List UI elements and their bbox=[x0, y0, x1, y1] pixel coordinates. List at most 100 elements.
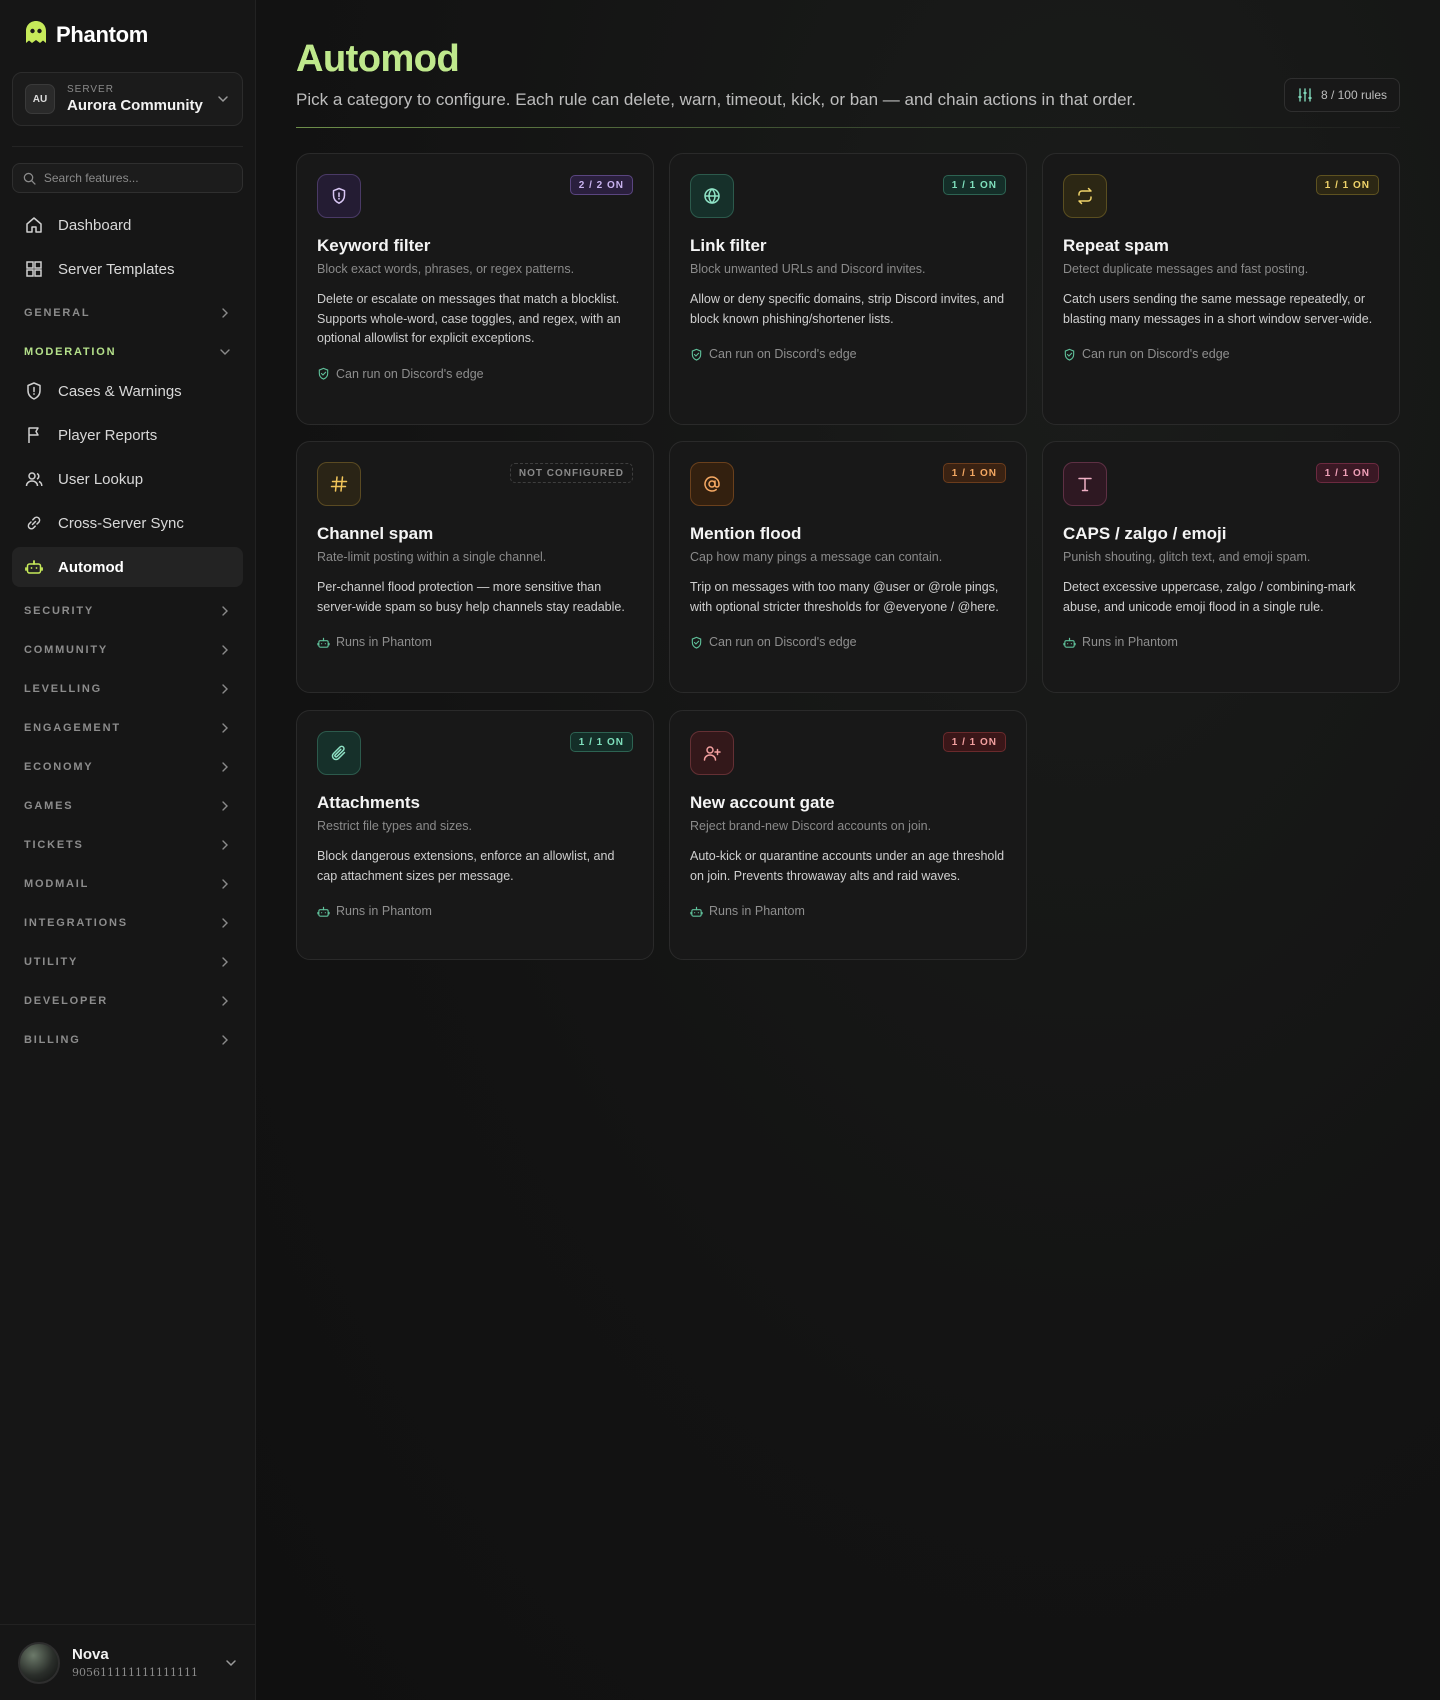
paperclip-icon bbox=[331, 745, 346, 761]
shield-check-icon bbox=[1064, 348, 1075, 361]
repeat-icon bbox=[1078, 187, 1092, 205]
chevron-right-icon bbox=[222, 800, 228, 811]
chevron-down-icon bbox=[218, 96, 228, 103]
card-icon-wrap bbox=[317, 731, 361, 775]
nav-section-security[interactable]: SECURITY bbox=[12, 591, 243, 630]
section-label: MODERATION bbox=[24, 345, 117, 358]
category-card-caps-zalgo-emoji[interactable]: 1 / 1 ON CAPS / zalgo / emoji Punish sho… bbox=[1042, 441, 1400, 693]
rule-count-text: 8 / 100 rules bbox=[1320, 88, 1387, 102]
card-footer: Can run on Discord's edge bbox=[317, 367, 633, 381]
section-label: TICKETS bbox=[24, 838, 84, 851]
card-title: New account gate bbox=[690, 793, 835, 812]
card-icon-wrap bbox=[317, 462, 361, 506]
chevron-right-icon bbox=[222, 917, 228, 928]
at-sign-icon bbox=[704, 476, 720, 492]
card-icon-wrap bbox=[690, 462, 734, 506]
grid-icon bbox=[26, 261, 42, 277]
title-divider bbox=[296, 127, 1400, 128]
status-badge: NOT CONFIGURED bbox=[509, 463, 633, 483]
nav-section-levelling[interactable]: LEVELLING bbox=[12, 669, 243, 708]
status-badge: 1 / 1 ON bbox=[1315, 175, 1379, 195]
nav-label: Player Reports bbox=[58, 426, 158, 444]
nav-section-engagement[interactable]: ENGAGEMENT bbox=[12, 708, 243, 747]
category-card-attachments[interactable]: 1 / 1 ON Attachments Restrict file types… bbox=[296, 710, 654, 960]
search-icon bbox=[23, 172, 36, 185]
search-input[interactable] bbox=[43, 171, 232, 185]
category-card-channel-spam[interactable]: NOT CONFIGURED Channel spam Rate-limit p… bbox=[296, 441, 654, 693]
nav-section-general[interactable]: GENERAL bbox=[12, 293, 243, 332]
chevron-right-icon bbox=[222, 878, 228, 889]
nav-player-reports[interactable]: Player Reports bbox=[12, 415, 243, 455]
search-box bbox=[12, 163, 243, 193]
shield-check-icon bbox=[691, 636, 702, 649]
card-description: Per-channel flood protection — more sens… bbox=[317, 580, 625, 614]
card-title: Repeat spam bbox=[1063, 236, 1169, 255]
nav-section-utility[interactable]: UTILITY bbox=[12, 942, 243, 981]
card-icon-wrap bbox=[1063, 462, 1107, 506]
chevron-right-icon bbox=[222, 761, 228, 772]
brand[interactable]: Phantom bbox=[22, 20, 148, 50]
section-label: ENGAGEMENT bbox=[24, 721, 121, 734]
nav-section-billing[interactable]: BILLING bbox=[12, 1020, 243, 1059]
shield-check-icon bbox=[318, 367, 329, 380]
sidebar-divider bbox=[12, 146, 243, 147]
card-description: Catch users sending the same message rep… bbox=[1063, 292, 1373, 326]
robot-icon bbox=[317, 906, 330, 917]
nav-label: User Lookup bbox=[58, 470, 144, 488]
category-card-link-filter[interactable]: 1 / 1 ON Link filter Block unwanted URLs… bbox=[669, 153, 1027, 425]
category-card-keyword-filter[interactable]: 2 / 2 ON Keyword filter Block exact word… bbox=[296, 153, 654, 425]
page-subtitle: Pick a category to configure. Each rule … bbox=[296, 90, 1137, 109]
nav-label: Cases & Warnings bbox=[58, 382, 182, 400]
section-label: BILLING bbox=[24, 1033, 81, 1046]
sidebar-nav: Dashboard Server Templates GENERAL MODER… bbox=[12, 205, 243, 1059]
category-card-new-account-gate[interactable]: 1 / 1 ON New account gate Reject brand-n… bbox=[669, 710, 1027, 960]
type-icon bbox=[1078, 477, 1092, 492]
user-menu[interactable]: Nova 905611111111111111 bbox=[0, 1624, 256, 1700]
status-badge: 1 / 1 ON bbox=[942, 463, 1006, 483]
nav-automod[interactable]: Automod bbox=[12, 547, 243, 587]
card-subtitle: Rate-limit posting within a single chann… bbox=[317, 550, 547, 564]
nav-cross-server-sync[interactable]: Cross-Server Sync bbox=[12, 503, 243, 543]
section-label: GAMES bbox=[24, 799, 74, 812]
main-content: Automod Pick a category to configure. Ea… bbox=[256, 0, 1440, 1700]
user-name: Nova bbox=[72, 1646, 109, 1663]
nav-user-lookup[interactable]: User Lookup bbox=[12, 459, 243, 499]
nav-section-economy[interactable]: ECONOMY bbox=[12, 747, 243, 786]
nav-section-modmail[interactable]: MODMAIL bbox=[12, 864, 243, 903]
nav-section-games[interactable]: GAMES bbox=[12, 786, 243, 825]
card-title: Mention flood bbox=[690, 524, 802, 543]
card-footer-text: Can run on Discord's edge bbox=[336, 366, 484, 381]
link-icon bbox=[27, 516, 41, 530]
nav-cases-warnings[interactable]: Cases & Warnings bbox=[12, 371, 243, 411]
nav-section-moderation[interactable]: MODERATION bbox=[12, 332, 243, 371]
hash-icon bbox=[330, 476, 348, 492]
card-title: Keyword filter bbox=[317, 236, 431, 255]
section-label: UTILITY bbox=[24, 955, 79, 968]
category-card-mention-flood[interactable]: 1 / 1 ON Mention flood Cap how many ping… bbox=[669, 441, 1027, 693]
status-badge: 1 / 1 ON bbox=[569, 732, 633, 752]
nav-section-tickets[interactable]: TICKETS bbox=[12, 825, 243, 864]
card-footer-text: Can run on Discord's edge bbox=[709, 635, 857, 649]
card-title: Link filter bbox=[690, 236, 767, 255]
server-name: Aurora Community bbox=[67, 97, 203, 114]
card-title: CAPS / zalgo / emoji bbox=[1063, 524, 1227, 543]
card-subtitle: Reject brand-new Discord accounts on joi… bbox=[690, 819, 932, 833]
status-badge: 1 / 1 ON bbox=[1315, 463, 1379, 483]
category-card-repeat-spam[interactable]: 1 / 1 ON Repeat spam Detect duplicate me… bbox=[1042, 153, 1400, 425]
avatar bbox=[18, 1641, 60, 1684]
section-label: MODMAIL bbox=[24, 877, 90, 890]
card-subtitle: Restrict file types and sizes. bbox=[317, 819, 472, 833]
sidebar: Phantom AU SERVER Aurora Community Dashb… bbox=[0, 0, 256, 1700]
chevron-right-icon bbox=[222, 307, 228, 318]
robot-icon bbox=[25, 560, 43, 574]
shield-alert-icon bbox=[27, 382, 41, 400]
card-description: Detect excessive uppercase, zalgo / comb… bbox=[1063, 580, 1356, 614]
home-icon bbox=[26, 217, 42, 233]
server-selector[interactable]: AU SERVER Aurora Community bbox=[12, 72, 243, 126]
nav-dashboard[interactable]: Dashboard bbox=[12, 205, 243, 245]
nav-section-community[interactable]: COMMUNITY bbox=[12, 630, 243, 669]
chevron-right-icon bbox=[222, 644, 228, 655]
nav-section-integrations[interactable]: INTEGRATIONS bbox=[12, 903, 243, 942]
nav-server-templates[interactable]: Server Templates bbox=[12, 249, 243, 289]
nav-section-developer[interactable]: DEVELOPER bbox=[12, 981, 243, 1020]
